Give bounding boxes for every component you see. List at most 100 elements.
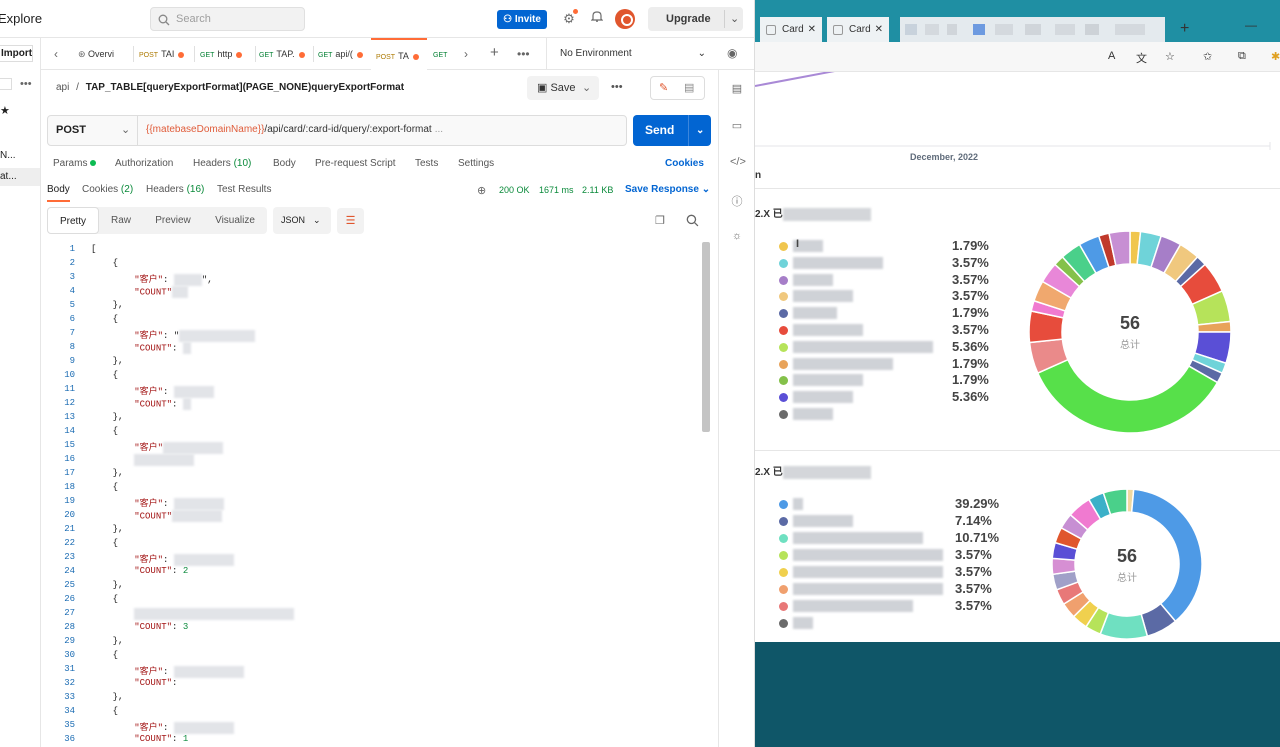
chevron-down-icon[interactable]: ⌄ <box>582 76 591 100</box>
documentation-icon[interactable]: ▤ <box>730 82 744 96</box>
headers-label: Headers <box>193 158 231 169</box>
method-select[interactable]: POST ⌄ <box>48 116 138 145</box>
save-response-button[interactable]: Save Response ⌄ <box>625 184 710 195</box>
sidebar-item[interactable]: N... <box>0 150 16 161</box>
explore-link[interactable]: Explore <box>0 11 42 26</box>
view-pretty[interactable]: Pretty <box>47 207 99 234</box>
view-raw[interactable]: Raw <box>103 207 139 234</box>
tab-tests[interactable]: Tests <box>415 158 438 169</box>
line-number: 18 <box>64 482 75 492</box>
donut-slice[interactable] <box>1051 557 1077 576</box>
invite-button[interactable]: ⚇ Invite <box>497 10 547 29</box>
unsaved-dot <box>236 51 243 58</box>
tab-request[interactable]: GET TAP. <box>259 38 315 70</box>
status-code[interactable]: 200 OK <box>499 185 530 195</box>
more-tabs-icon[interactable]: ••• <box>517 47 530 61</box>
environment-select[interactable]: No Environment ⌄ <box>546 38 716 70</box>
legend-percentage: 5.36% <box>952 389 989 405</box>
tab-authorization[interactable]: Authorization <box>115 158 173 169</box>
send-button[interactable]: Send ⌄ <box>633 115 711 146</box>
sidebar-item-active[interactable]: at... <box>0 168 40 186</box>
legend-label-redacted <box>793 324 863 336</box>
tab-settings[interactable]: Settings <box>458 158 494 169</box>
favorite-add-icon[interactable]: ☆ <box>1165 50 1175 63</box>
legend-percentage: 1.79% <box>952 238 989 253</box>
request-title[interactable]: TAP_TABLE[queryExportFormat](PAGE_NONE)q… <box>86 82 404 93</box>
legend-percentage: 3.57% <box>955 564 992 579</box>
url-input[interactable]: {{matebaseDomainName}}/api/card/:card-id… <box>146 124 443 135</box>
response-code-editor[interactable]: 1 [ 2 { 3 "客户": ", 4 "COUNT" 5 }, 6 { 7 … <box>41 240 701 747</box>
collections-icon[interactable]: ⧉ <box>1238 50 1246 63</box>
comment-icon[interactable]: ▤ <box>684 81 694 94</box>
plus-icon[interactable]: + <box>490 44 499 61</box>
avatar[interactable] <box>615 9 635 29</box>
tab-request[interactable]: GET http <box>200 38 255 70</box>
format-select[interactable]: JSON ⌄ <box>273 207 331 234</box>
url-variable: {{matebaseDomainName}} <box>146 124 265 135</box>
view-preview[interactable]: Preview <box>147 207 199 234</box>
star-icon[interactable]: ★ <box>0 104 10 117</box>
line-number: 14 <box>64 426 75 436</box>
breadcrumb-collection[interactable]: api <box>56 82 69 93</box>
read-aloud-icon[interactable]: A <box>1108 50 1115 62</box>
import-button[interactable]: Import <box>0 45 33 62</box>
sidebar-new-button[interactable] <box>0 78 12 90</box>
translate-icon[interactable]: 文 <box>1136 50 1147 66</box>
chevron-right-icon[interactable]: › <box>464 47 468 61</box>
response-time[interactable]: 1671 ms <box>539 185 574 195</box>
favorites-icon[interactable]: ✩ <box>1203 50 1212 63</box>
tab-overview[interactable]: ⊛ Overvi <box>78 38 133 70</box>
code-line: { <box>112 258 119 268</box>
pencil-icon[interactable]: ✎ <box>659 81 668 94</box>
tab-params[interactable]: Params <box>53 158 97 169</box>
extension-icon[interactable]: ✱ <box>1271 50 1280 63</box>
chevron-down-icon[interactable]: ⌄ <box>688 115 704 146</box>
tab-request[interactable]: GET api/( <box>318 38 370 70</box>
tab-request-active[interactable]: POST TA <box>371 38 427 70</box>
tab-request[interactable]: POST TAI <box>139 38 194 70</box>
chevron-down-icon: ⌄ <box>121 124 131 136</box>
save-button[interactable]: ▣ Save ⌄ <box>527 76 599 100</box>
scrollbar[interactable] <box>701 240 710 745</box>
tab-headers[interactable]: Headers (10) <box>193 158 251 169</box>
response-size[interactable]: 2.11 KB <box>582 185 613 195</box>
legend-percentage: 1.79% <box>952 305 989 321</box>
wrap-icon: ☰ <box>345 215 356 227</box>
bell-icon[interactable] <box>588 10 606 28</box>
tab-response-cookies[interactable]: Cookies (2) <box>82 184 133 195</box>
chevron-down-icon[interactable]: ⌄ <box>724 10 739 28</box>
cookies-link[interactable]: Cookies <box>665 158 704 169</box>
tab-response-body[interactable]: Body <box>47 184 70 202</box>
search-input[interactable]: Search <box>150 7 305 31</box>
more-options-icon[interactable]: ••• <box>611 81 623 93</box>
scrollbar-thumb[interactable] <box>702 242 710 432</box>
obscured-tabs[interactable] <box>900 17 1165 42</box>
close-icon[interactable]: ✕ <box>808 17 816 42</box>
more-options-icon[interactable]: ••• <box>20 78 32 90</box>
donut-slice[interactable] <box>1036 358 1219 434</box>
minimize-icon[interactable]: — <box>1245 18 1257 32</box>
tab-request[interactable]: GET <box>433 38 452 70</box>
close-icon[interactable]: ✕ <box>875 17 883 42</box>
info-icon[interactable]: ⓘ <box>730 193 744 208</box>
line-number: 20 <box>64 510 75 520</box>
tab-body[interactable]: Body <box>273 158 296 169</box>
chevron-left-icon[interactable]: ‹ <box>54 47 58 61</box>
copy-icon[interactable]: ❐ <box>655 214 665 227</box>
legend-swatch <box>779 568 788 577</box>
search-icon[interactable] <box>686 214 699 230</box>
wrap-lines-button[interactable]: ☰ <box>337 208 364 234</box>
code-icon[interactable]: </> <box>730 156 746 170</box>
eye-icon[interactable]: ◉ <box>727 46 737 60</box>
new-tab-plus-icon[interactable]: + <box>1180 20 1189 38</box>
lightbulb-icon[interactable]: ☼ <box>730 230 744 244</box>
view-visualize[interactable]: Visualize <box>210 207 260 234</box>
tab-response-headers[interactable]: Headers (16) <box>146 184 204 195</box>
comments-icon[interactable]: ▭ <box>730 119 744 133</box>
browser-tab[interactable]: Card ✕ <box>827 17 889 42</box>
tab-prerequest[interactable]: Pre-request Script <box>315 158 396 169</box>
browser-tab[interactable]: Card ✕ <box>760 17 822 42</box>
tab-test-results[interactable]: Test Results <box>217 184 271 195</box>
globe-icon[interactable]: ⊕ <box>477 184 486 197</box>
upgrade-button[interactable]: Upgrade ⌄ <box>648 7 743 31</box>
